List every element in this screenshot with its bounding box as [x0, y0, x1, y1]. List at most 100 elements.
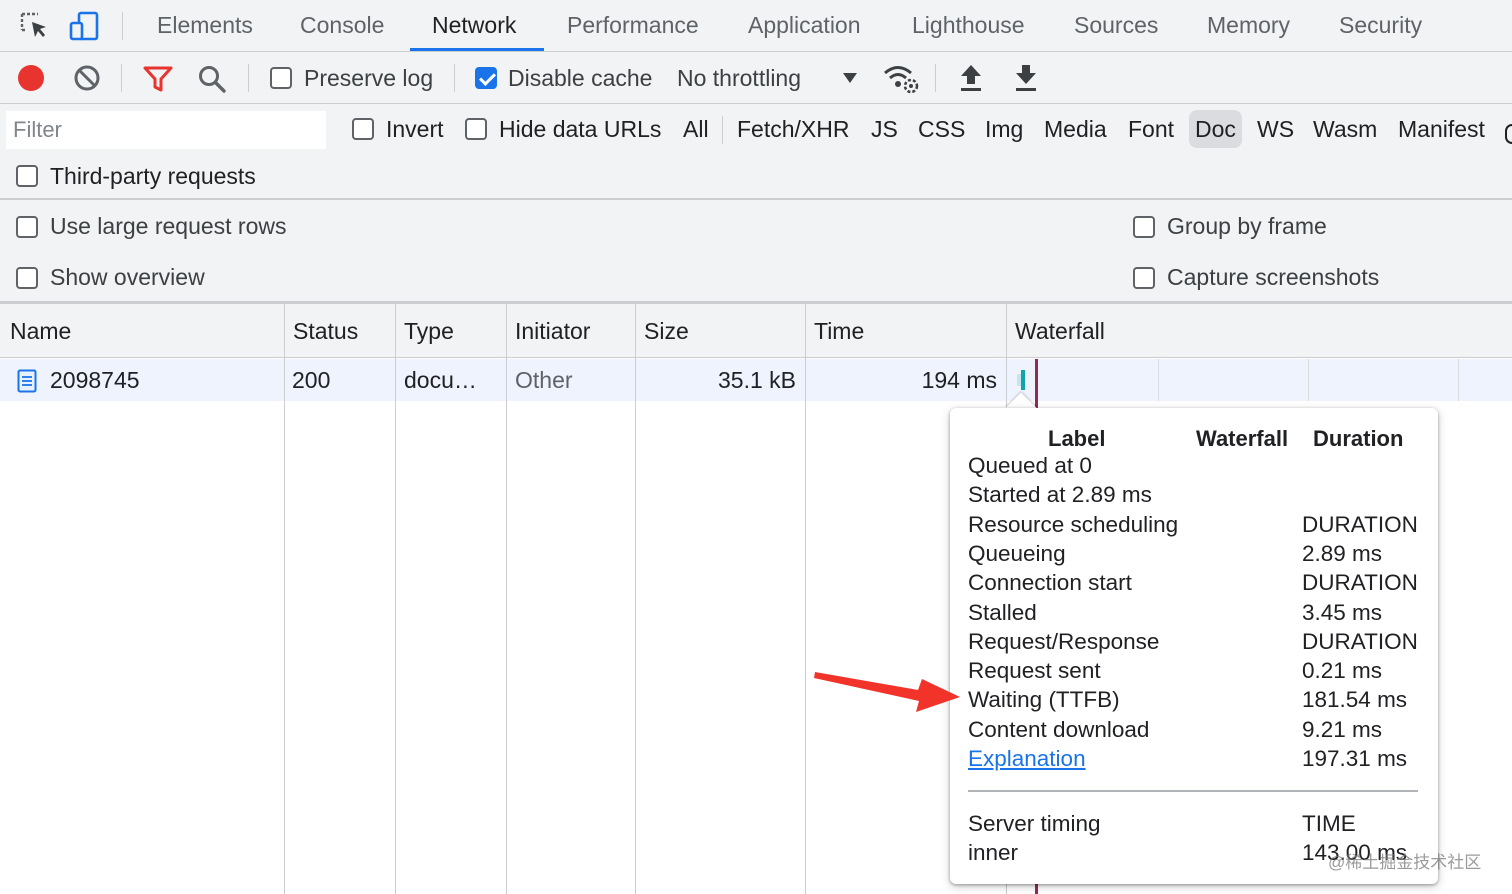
column-header-type[interactable]: Type	[395, 304, 454, 358]
type-filter-manifest[interactable]: Manifest	[1392, 110, 1491, 148]
group-by-frame-label[interactable]: Group by frame	[1167, 213, 1327, 240]
column-header-name[interactable]: Name	[1, 304, 71, 358]
waterfall-bar[interactable]	[1021, 370, 1025, 390]
column-header-status[interactable]: Status	[284, 304, 358, 358]
type-filter-media[interactable]: Media	[1038, 110, 1113, 148]
invert-label[interactable]: Invert	[386, 116, 444, 143]
preserve-log-checkbox[interactable]	[270, 67, 292, 89]
type-filter-doc[interactable]: Doc	[1189, 110, 1242, 148]
search-icon[interactable]	[197, 64, 227, 94]
column-header-waterfall[interactable]: Waterfall	[1006, 304, 1105, 358]
device-toolbar-icon[interactable]	[68, 10, 100, 42]
tab-performance[interactable]: Performance	[567, 0, 699, 52]
timing-tooltip: Label Waterfall Duration Queued at 0 Sta…	[950, 408, 1438, 884]
timing-value-total: 197.31 ms	[1302, 746, 1408, 771]
large-rows-checkbox[interactable]	[16, 216, 38, 238]
timing-value-request-response: DURATION	[1302, 629, 1418, 654]
capture-screenshots-checkbox[interactable]	[1133, 267, 1155, 289]
preserve-log-label[interactable]: Preserve log	[304, 65, 433, 92]
filter-divider	[722, 116, 723, 144]
type-filter-wasm[interactable]: Wasm	[1307, 110, 1383, 148]
tab-memory[interactable]: Memory	[1207, 0, 1290, 52]
tab-console[interactable]: Console	[300, 0, 384, 52]
filter-icon[interactable]	[143, 65, 173, 93]
watermark: @稀土掘金技术社区	[1328, 853, 1482, 872]
tooltip-header-label: Label	[1048, 426, 1106, 451]
tooltip-header-duration: Duration	[1313, 426, 1404, 451]
network-conditions-icon[interactable]	[883, 64, 919, 94]
tab-sources[interactable]: Sources	[1074, 0, 1158, 52]
server-timing-label-inner: inner	[968, 840, 1019, 865]
timing-value-connection-start: DURATION	[1302, 570, 1418, 595]
explanation-link[interactable]: Explanation	[968, 746, 1086, 772]
hide-data-urls-checkbox[interactable]	[465, 118, 487, 140]
capture-screenshots-label[interactable]: Capture screenshots	[1167, 264, 1379, 291]
timing-value-queueing: 2.89 ms	[1302, 541, 1383, 566]
type-filter-ws[interactable]: WS	[1251, 110, 1300, 148]
timing-label-started: Started at 2.89 ms	[968, 482, 1152, 507]
third-party-checkbox[interactable]	[16, 165, 38, 187]
type-filter-css[interactable]: CSS	[912, 110, 971, 148]
table-row[interactable]: 2098745 200 docu… Other 35.1 kB 194 ms	[0, 359, 1512, 401]
annotation-arrow-icon	[814, 672, 960, 712]
filter-input[interactable]	[6, 111, 326, 149]
tab-network[interactable]: Network	[432, 0, 516, 52]
cell-name[interactable]: 2098745	[50, 359, 140, 401]
tab-elements[interactable]: Elements	[157, 0, 253, 52]
column-header-time[interactable]: Time	[805, 304, 864, 358]
disable-cache-checkbox[interactable]	[475, 67, 497, 89]
third-party-label[interactable]: Third-party requests	[50, 163, 256, 190]
tooltip-divider	[968, 790, 1418, 792]
network-settings-panel: Use large request rows Group by frame Sh…	[0, 200, 1512, 304]
column-divider	[506, 304, 507, 894]
large-rows-label[interactable]: Use large request rows	[50, 213, 287, 240]
throttling-select[interactable]: No throttling	[677, 65, 801, 92]
devtools-tabbar: Elements Console Network Performance App…	[0, 0, 1512, 52]
timing-label-request-response: Request/Response	[968, 629, 1160, 654]
waterfall-gridline	[1308, 359, 1309, 401]
active-tab-indicator	[410, 48, 544, 51]
toolbar-divider	[248, 64, 249, 92]
type-filter-font[interactable]: Font	[1122, 110, 1180, 148]
column-divider	[395, 304, 396, 894]
tab-lighthouse[interactable]: Lighthouse	[912, 0, 1025, 52]
waterfall-bar-waiting	[1017, 374, 1021, 386]
cell-time: 194 ms	[921, 367, 997, 393]
timing-value-resource-scheduling: DURATION	[1302, 512, 1418, 537]
cell-status: 200	[292, 367, 331, 393]
timing-label-queueing: Queueing	[968, 541, 1066, 566]
column-header-initiator[interactable]: Initiator	[506, 304, 590, 358]
timing-label-content-download: Content download	[968, 717, 1150, 742]
show-overview-checkbox[interactable]	[16, 267, 38, 289]
invert-checkbox[interactable]	[352, 118, 374, 140]
cell-size: 35.1 kB	[718, 367, 796, 393]
timing-value-stalled: 3.45 ms	[1302, 600, 1383, 625]
filter-bar: Invert Hide data URLs All Fetch/XHR JS C…	[0, 104, 1512, 200]
tab-security[interactable]: Security	[1339, 0, 1422, 52]
type-filter-img[interactable]: Img	[979, 110, 1029, 148]
hide-data-urls-label[interactable]: Hide data URLs	[499, 116, 661, 143]
type-filter-fetch-xhr[interactable]: Fetch/XHR	[731, 110, 855, 148]
timing-value-content-download: 9.21 ms	[1302, 717, 1383, 742]
record-icon[interactable]	[17, 64, 45, 92]
type-filter-js[interactable]: JS	[865, 110, 904, 148]
show-overview-label[interactable]: Show overview	[50, 264, 205, 291]
timing-label-queued: Queued at 0	[968, 453, 1092, 478]
dropdown-arrow-icon[interactable]	[842, 72, 858, 84]
cell-initiator: Other	[515, 367, 573, 393]
inspect-element-icon[interactable]	[18, 10, 50, 42]
column-header-size[interactable]: Size	[635, 304, 689, 358]
timing-label-request-sent: Request sent	[968, 658, 1101, 683]
document-icon	[17, 369, 37, 393]
toolbar-divider	[121, 64, 122, 92]
tab-application[interactable]: Application	[748, 0, 861, 52]
export-har-icon[interactable]	[1013, 63, 1039, 93]
timing-value-waiting-ttfb: 181.54 ms	[1302, 687, 1408, 712]
cell-type: docu…	[404, 367, 477, 393]
group-by-frame-checkbox[interactable]	[1133, 216, 1155, 238]
import-har-icon[interactable]	[958, 63, 984, 93]
type-filter-all[interactable]: All	[677, 110, 715, 148]
type-filter-overflow[interactable]	[1505, 124, 1512, 146]
clear-icon[interactable]	[73, 64, 101, 92]
disable-cache-label[interactable]: Disable cache	[508, 65, 652, 92]
